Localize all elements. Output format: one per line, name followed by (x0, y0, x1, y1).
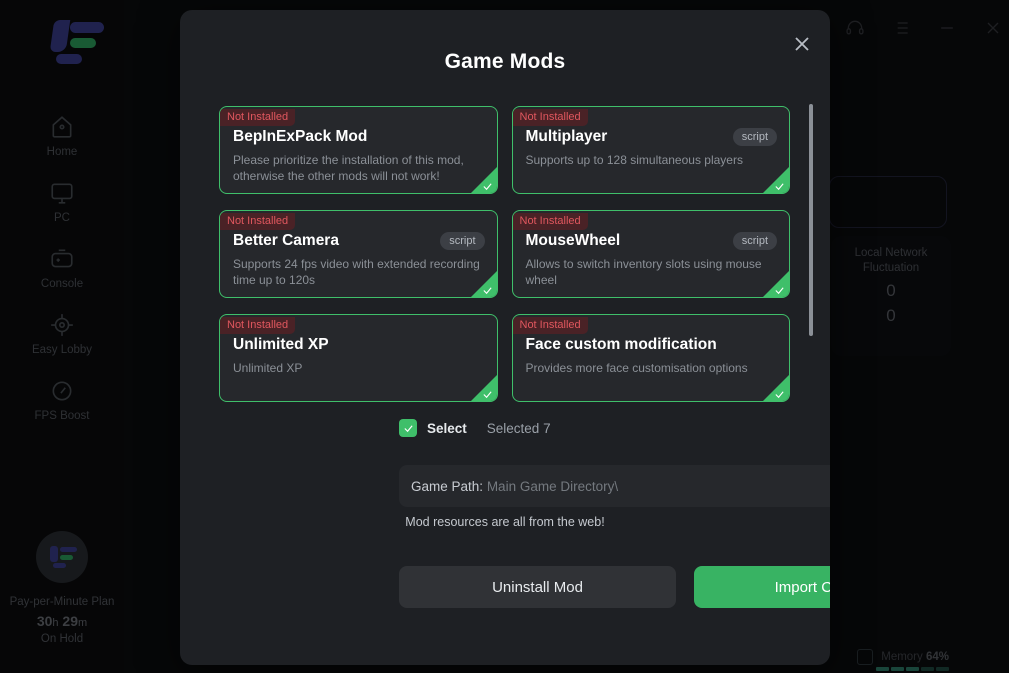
status-badge: Not Installed (512, 317, 588, 334)
mod-title: Better Camera (233, 232, 339, 249)
game-path-label: Game Path: (411, 478, 484, 494)
status-badge: Not Installed (220, 213, 296, 230)
mods-grid: Not Installed BepInExPack Mod Please pri… (180, 94, 830, 409)
select-all-row: Select Selected 7 (399, 419, 551, 437)
mod-title: Multiplayer (525, 128, 608, 145)
mod-tag: script (732, 232, 777, 250)
game-path-placeholder: Main Game Directory\ (486, 478, 619, 494)
check-icon (482, 387, 493, 399)
mod-header: Face custom modification (513, 334, 790, 354)
game-mods-dialog: Game Mods Not Installed BepInExPack Mod … (180, 10, 830, 665)
mod-card[interactable]: Not Installed Better Camera script Suppo… (219, 210, 498, 298)
uninstall-mod-button[interactable]: Uninstall Mod (399, 566, 676, 608)
check-icon (774, 179, 785, 191)
mod-description: Unlimited XP (233, 361, 303, 375)
mod-description: Supports 24 fps video with extended reco… (233, 257, 480, 287)
dialog-actions: Uninstall Mod Import Confirmed (399, 566, 830, 608)
page-title: Game Mods (444, 50, 566, 73)
mod-tag: script (732, 128, 777, 146)
mod-description: Supports up to 128 simultaneous players (525, 153, 743, 167)
check-icon (482, 283, 493, 295)
status-badge: Not Installed (512, 109, 588, 126)
mod-header: MouseWheel script (513, 230, 790, 250)
mod-card[interactable]: Not Installed Unlimited XP Unlimited XP (219, 314, 498, 402)
status-badge: Not Installed (220, 109, 296, 126)
status-badge: Not Installed (220, 317, 296, 334)
mod-header: Better Camera script (220, 230, 497, 250)
mod-card[interactable]: Not Installed BepInExPack Mod Please pri… (219, 106, 498, 194)
mod-tag: script (440, 232, 485, 250)
status-badge: Not Installed (512, 213, 588, 230)
mod-description: Please prioritize the installation of th… (233, 153, 464, 183)
check-icon (774, 283, 785, 295)
mod-title: MouseWheel (525, 232, 621, 249)
import-confirmed-button[interactable]: Import Confirmed (694, 566, 830, 608)
selected-count: Selected 7 (486, 420, 551, 436)
mods-scroll-region[interactable]: Not Installed BepInExPack Mod Please pri… (180, 94, 830, 409)
mods-scrollbar-thumb[interactable] (809, 104, 813, 336)
mod-header: Multiplayer script (513, 126, 790, 146)
mods-scrollbar[interactable] (809, 104, 813, 399)
mod-title: Unlimited XP (233, 336, 329, 353)
app-root: Home PC Console Easy Lobby FPS Boost Pay… (0, 0, 1009, 673)
mod-card[interactable]: Not Installed MouseWheel script Allows t… (511, 210, 790, 298)
mod-description: Allows to switch inventory slots using m… (525, 257, 762, 287)
check-icon (774, 387, 785, 399)
mod-description: Provides more face customisation options (525, 361, 748, 375)
mod-header: BepInExPack Mod (220, 126, 497, 146)
game-path-text: Game Path: Main Game Directory\ (411, 479, 618, 494)
mod-title: BepInExPack Mod (233, 128, 368, 145)
mod-source-note: Mod resources are all from the web! (405, 515, 605, 529)
select-all-label: Select (427, 420, 467, 436)
mod-card[interactable]: Not Installed Face custom modification P… (511, 314, 790, 402)
mod-card[interactable]: Not Installed Multiplayer script Support… (511, 106, 790, 194)
close-icon[interactable] (790, 32, 814, 56)
mod-header: Unlimited XP (220, 334, 497, 354)
select-all-checkbox[interactable] (399, 419, 417, 437)
mod-title: Face custom modification (525, 336, 717, 353)
game-path-field[interactable]: Game Path: Main Game Directory\ Alter Pa… (399, 465, 830, 507)
check-icon (482, 179, 493, 191)
